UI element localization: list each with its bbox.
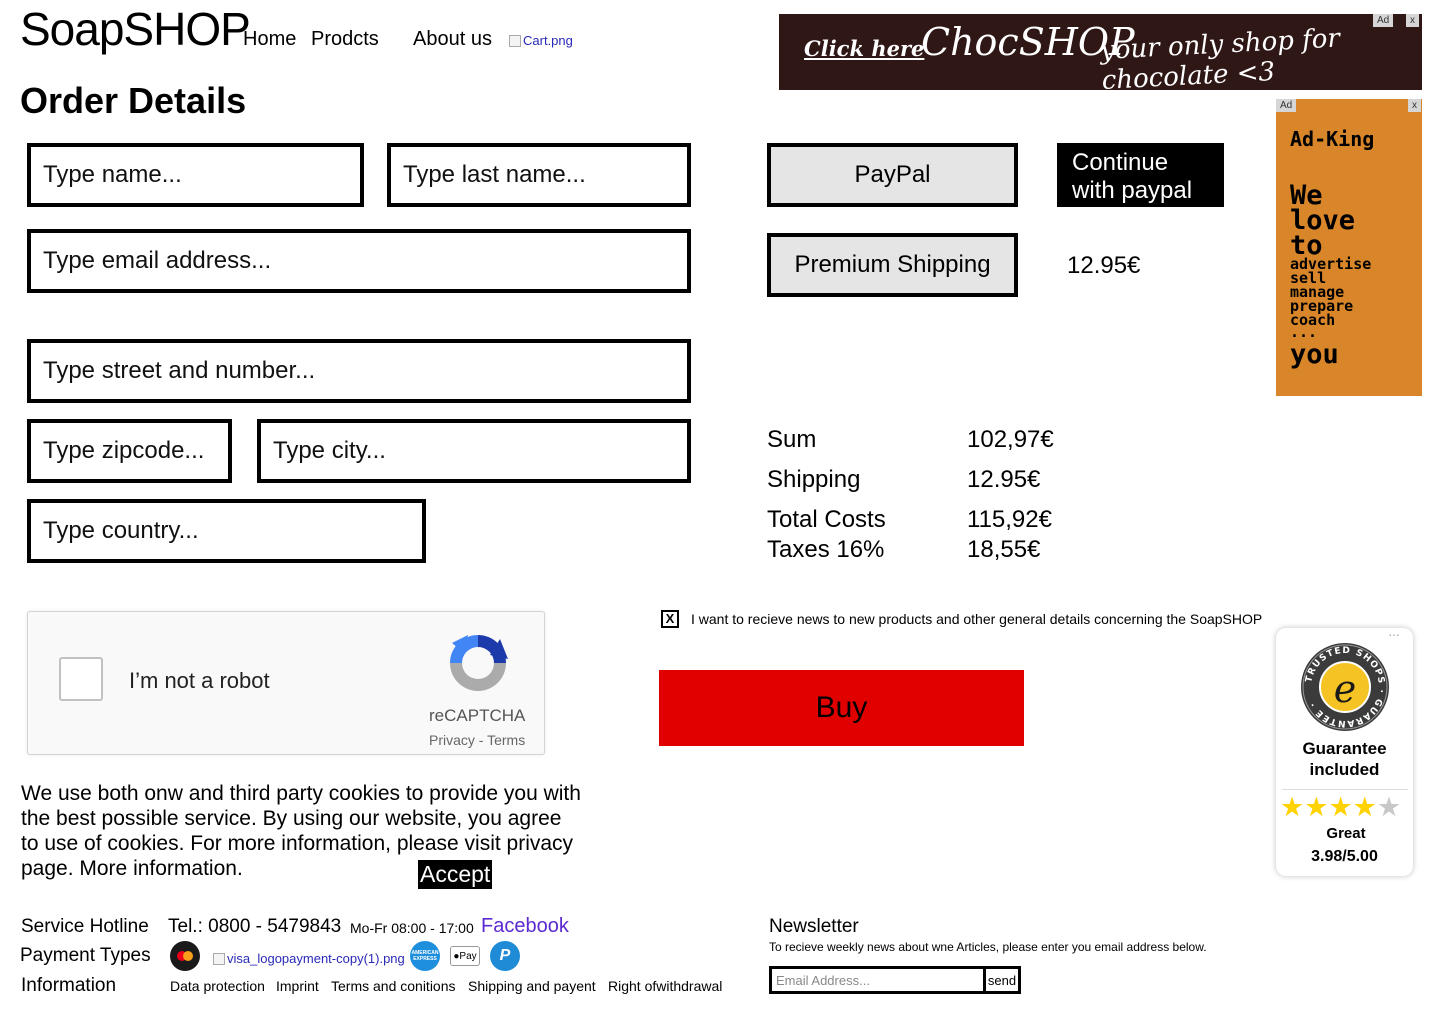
- terms-link[interactable]: Terms and conitions: [331, 978, 456, 994]
- recaptcha-logo-icon: [450, 635, 508, 691]
- first-name-input[interactable]: [27, 143, 364, 207]
- side-ad-line: you: [1290, 339, 1339, 370]
- ad-badge: Ad: [1276, 99, 1297, 112]
- paypal-button[interactable]: PayPal: [767, 143, 1018, 207]
- recaptcha-label: I’m not a robot: [129, 668, 270, 693]
- newsletter-opt-in-checkbox[interactable]: X: [661, 610, 679, 628]
- more-options-icon[interactable]: ···: [1388, 626, 1400, 642]
- visa-alt-text: visa_logopayment-copy(1).png: [227, 951, 405, 966]
- star-icon: ★: [1328, 792, 1353, 822]
- trust-line: Guarantee: [1302, 739, 1387, 758]
- recaptcha-widget: I’m not a robot reCAPTCHA Privacy - Term…: [27, 611, 545, 755]
- side-ad[interactable]: Ad x Ad-King We love to advertise sell m…: [1276, 99, 1422, 396]
- newsletter-title: Newsletter: [769, 916, 859, 937]
- rating-score: 3.98/5.00: [1311, 848, 1378, 865]
- phone-number[interactable]: Tel.: 0800 - 5479843: [168, 916, 341, 938]
- nav-home[interactable]: Home: [243, 28, 296, 51]
- trusted-shops-seal-icon: TRUSTED SHOPS · GUARANTEE · e: [1301, 643, 1389, 731]
- newsletter-send-button[interactable]: send: [983, 969, 1018, 991]
- cart-icon[interactable]: Cart.png: [509, 33, 573, 48]
- facebook-link[interactable]: Facebook: [481, 915, 569, 938]
- nav-about-us[interactable]: About us: [413, 28, 492, 51]
- accept-cookies-button[interactable]: Accept: [418, 860, 493, 889]
- street-input[interactable]: [27, 339, 691, 403]
- rating-word: Great: [1326, 825, 1366, 842]
- shipping-payment-link[interactable]: Shipping and payent: [468, 978, 596, 994]
- recaptcha-brand: reCAPTCHA: [429, 706, 526, 725]
- star-icon: ★: [1376, 792, 1402, 822]
- trusted-shops-letter: e: [1334, 667, 1357, 711]
- banner-ad-click-here[interactable]: Click here: [804, 36, 924, 61]
- summary-label-taxes: Taxes 16%: [767, 536, 885, 563]
- visa-icon: visa_logopayment-copy(1).png: [213, 951, 405, 966]
- newsletter-description: To recieve weekly news about wne Article…: [769, 940, 1207, 954]
- summary-label-shipping: Shipping: [767, 466, 861, 493]
- premium-shipping-button[interactable]: Premium Shipping: [767, 233, 1018, 297]
- cookie-notice: We use both onw and third party cookies …: [21, 782, 581, 880]
- ad-badge: Ad: [1373, 14, 1394, 27]
- summary-value-sum: 102,97€: [967, 426, 1054, 453]
- apple-pay-text: Pay: [459, 950, 477, 962]
- star-icon: ★: [1280, 792, 1305, 822]
- logo[interactable]: SoapSHOP: [20, 2, 251, 56]
- last-name-input[interactable]: [387, 143, 691, 207]
- page-title: Order Details: [20, 80, 247, 121]
- banner-ad[interactable]: Click here ChocSHOP your only shop for c…: [779, 14, 1422, 90]
- trusted-shops-badge[interactable]: ··· TRUSTED SHOPS · GUARANTEE · e Guaran…: [1276, 626, 1413, 876]
- recaptcha-checkbox[interactable]: [59, 657, 103, 701]
- premium-shipping-price: 12.95€: [1067, 252, 1141, 279]
- service-hotline-label: Service Hotline: [21, 916, 149, 937]
- summary-value-taxes: 18,55€: [967, 536, 1041, 563]
- summary-label-sum: Sum: [767, 426, 817, 453]
- summary-label-total: Total Costs: [767, 506, 886, 533]
- banner-ad-tagline: your only shop for chocolate <3: [1099, 23, 1341, 90]
- star-icon: ★: [1352, 792, 1377, 822]
- apple-pay-icon: ● Pay: [450, 946, 480, 966]
- trust-guarantee-text: Guarantee included: [1276, 738, 1413, 780]
- cart-alt-text: Cart.png: [523, 33, 573, 48]
- broken-image-icon: [213, 952, 225, 965]
- trust-line: included: [1309, 760, 1380, 779]
- nav-products[interactable]: Prodcts: [311, 28, 379, 51]
- star-icon: ★: [1304, 792, 1329, 822]
- imprint-link[interactable]: Imprint: [276, 978, 319, 994]
- broken-image-icon: [509, 34, 521, 47]
- summary-value-shipping: 12.95€: [967, 466, 1041, 493]
- side-ad-ellipsis: ...: [1290, 323, 1318, 341]
- email-input[interactable]: [27, 229, 691, 293]
- buy-button[interactable]: Buy: [659, 670, 1024, 746]
- information-label: Information: [21, 975, 117, 996]
- divider: [1282, 789, 1408, 790]
- ad-close-button[interactable]: x: [1406, 14, 1419, 27]
- side-ad-title: Ad-King: [1290, 127, 1375, 151]
- data-protection-link[interactable]: Data protection: [170, 978, 265, 994]
- ad-close-button[interactable]: x: [1408, 99, 1421, 112]
- amex-icon: AMERICAN EXPRESS: [410, 941, 440, 971]
- hotline-hours: Mo-Fr 08:00 - 17:00: [350, 920, 474, 936]
- country-input[interactable]: [27, 499, 426, 563]
- paypal-icon: P: [490, 941, 520, 971]
- rating-stars: ★★★★★: [1280, 792, 1401, 823]
- recaptcha-privacy-terms-link[interactable]: Privacy - Terms: [429, 732, 525, 748]
- payment-types-label: Payment Types: [20, 945, 151, 966]
- city-input[interactable]: [257, 419, 691, 483]
- right-of-withdrawal-link[interactable]: Right ofwithdrawal: [608, 978, 722, 994]
- continue-with-paypal-button[interactable]: Continue with paypal: [1057, 143, 1224, 207]
- mastercard-icon: [170, 941, 200, 971]
- summary-value-total: 115,92€: [967, 506, 1052, 533]
- zipcode-input[interactable]: [27, 419, 232, 483]
- newsletter-opt-in-label: I want to recieve news to new products a…: [691, 611, 1263, 627]
